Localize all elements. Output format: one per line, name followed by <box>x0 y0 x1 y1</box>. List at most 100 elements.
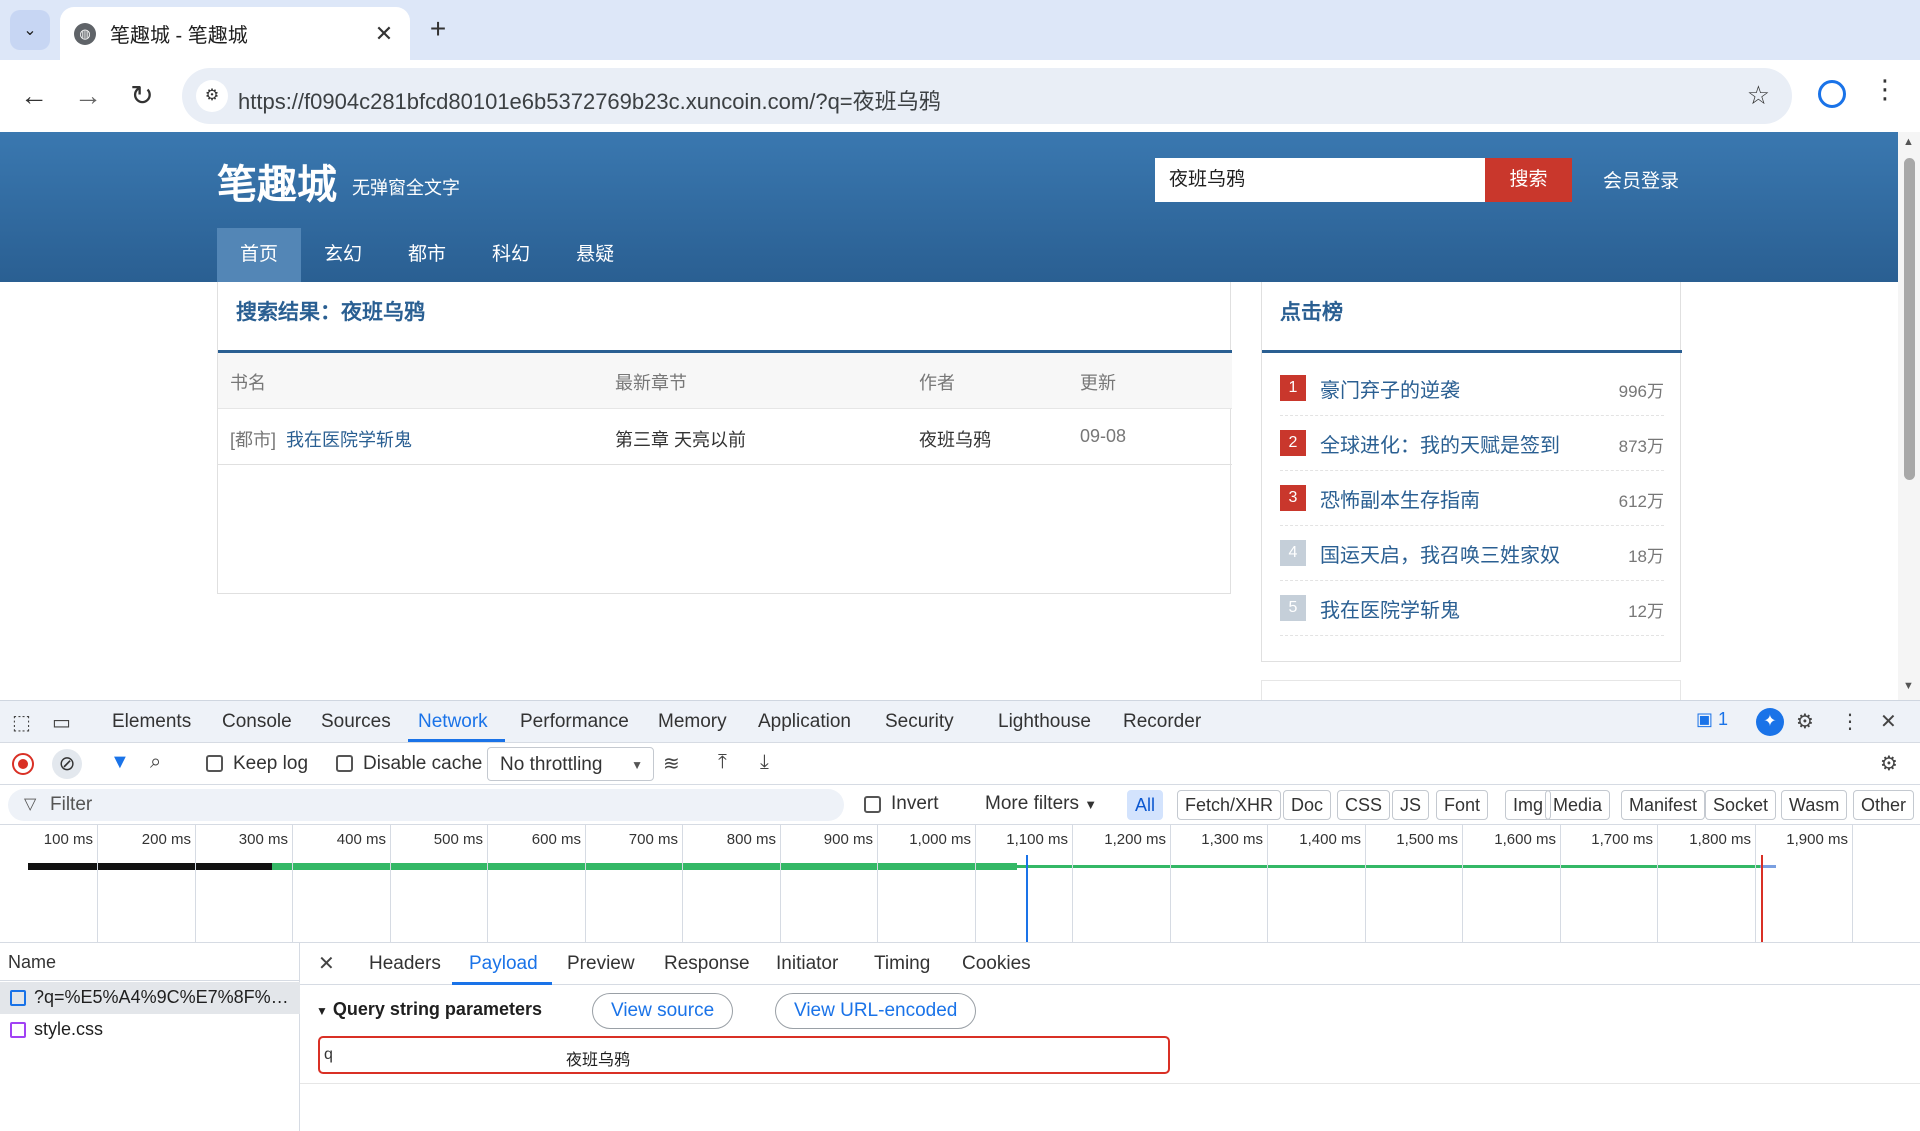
scroll-up-icon[interactable]: ▲ <box>1903 136 1914 148</box>
list-item[interactable]: 4 国运天启，我召唤三姓家奴 18万 <box>1280 526 1664 581</box>
tab-search-button[interactable]: ⌄ <box>10 10 50 50</box>
list-item[interactable]: 5 我在医院学斩鬼 12万 <box>1280 581 1664 636</box>
settings-gear-icon[interactable]: ⚙ <box>1796 709 1814 734</box>
type-filter-css[interactable]: CSS <box>1337 790 1391 820</box>
profile-icon[interactable] <box>1818 80 1846 108</box>
latest-chapter-link[interactable]: 第三章 天亮以前 <box>615 426 746 452</box>
tab-response[interactable]: Response <box>664 953 750 975</box>
search-icon[interactable]: ⌕ <box>150 751 161 774</box>
type-filter-js[interactable]: JS <box>1392 790 1430 820</box>
keep-log-label: Keep log <box>233 753 309 774</box>
rank-book-link[interactable]: 我在医院学斩鬼 <box>1320 594 1460 623</box>
type-filter-fetch-xhr[interactable]: Fetch/XHR <box>1177 790 1282 820</box>
new-tab-button[interactable]: + <box>422 14 454 46</box>
type-filter-doc[interactable]: Doc <box>1283 790 1332 820</box>
tab-network[interactable]: Network <box>418 711 488 733</box>
search-button[interactable]: 搜索 <box>1485 158 1572 202</box>
scroll-down-icon[interactable]: ▼ <box>1903 680 1914 692</box>
nav-item-kehuan[interactable]: 科幻 <box>469 228 553 282</box>
query-param-row[interactable]: q 夜班乌鸦 <box>318 1036 1170 1074</box>
close-devtools-icon[interactable]: ✕ <box>1880 709 1897 734</box>
tab-performance[interactable]: Performance <box>520 711 629 733</box>
page-scrollbar[interactable]: ▲ ▼ <box>1898 132 1920 700</box>
tab-preview[interactable]: Preview <box>567 953 635 975</box>
request-row-document[interactable]: ?q=%E5%A4%9C%E7%8F%AD%E4%B9%8C%E9%B8%A6 <box>0 982 300 1014</box>
browser-toolbar: ← → ↻ ⚙ https://f0904c281bfcd80101e6b537… <box>0 60 1920 132</box>
forward-icon[interactable]: → <box>66 74 110 118</box>
type-filter-all[interactable]: All <box>1127 790 1164 820</box>
name-column-header[interactable]: Name <box>0 943 300 981</box>
site-logo-title[interactable]: 笔趣城 <box>217 152 337 210</box>
tab-headers[interactable]: Headers <box>369 953 441 975</box>
nav-item-home[interactable]: 首页 <box>217 228 302 282</box>
tab-lighthouse[interactable]: Lighthouse <box>998 711 1091 733</box>
clear-icon[interactable]: ⊘ <box>52 749 82 779</box>
issues-badge[interactable]: ▣ 1 <box>1696 709 1728 730</box>
reload-icon[interactable]: ↻ <box>120 74 164 118</box>
tab-timing[interactable]: Timing <box>874 953 930 975</box>
more-options-icon[interactable]: ⋮ <box>1840 709 1860 734</box>
back-icon[interactable]: ← <box>12 74 56 118</box>
tab-sources[interactable]: Sources <box>321 711 391 733</box>
list-item[interactable]: 3 恐怖副本生存指南 612万 <box>1280 471 1664 526</box>
list-item[interactable]: 2 全球进化：我的天赋是签到 873万 <box>1280 416 1664 471</box>
invert-checkbox[interactable] <box>864 796 881 813</box>
rank-book-link[interactable]: 全球进化：我的天赋是签到 <box>1320 429 1560 458</box>
tab-payload[interactable]: Payload <box>469 953 538 975</box>
filter-input[interactable]: ▽ Filter <box>8 789 844 821</box>
network-settings-gear-icon[interactable]: ⚙ <box>1880 751 1898 776</box>
type-filter-manifest[interactable]: Manifest <box>1621 790 1706 820</box>
tab-application[interactable]: Application <box>758 711 851 733</box>
tab-memory[interactable]: Memory <box>658 711 727 733</box>
view-url-encoded-button[interactable]: View URL-encoded <box>775 993 977 1029</box>
request-row-stylesheet[interactable]: style.css <box>0 1014 300 1046</box>
network-conditions-icon[interactable]: ≋ <box>663 751 680 776</box>
throttling-select[interactable]: No throttling ▼ <box>487 747 654 781</box>
timeline-tick-label: 1,800 ms <box>1689 831 1751 848</box>
address-bar[interactable]: ⚙ https://f0904c281bfcd80101e6b5372769b2… <box>182 68 1792 124</box>
filter-funnel-icon[interactable]: ▼ <box>110 751 130 774</box>
bookmark-star-icon[interactable]: ☆ <box>1747 80 1770 111</box>
tab-cookies[interactable]: Cookies <box>962 953 1031 975</box>
ai-assistance-icon[interactable]: ✦ <box>1756 708 1784 736</box>
book-title-link[interactable]: 我在医院学斩鬼 <box>286 426 412 452</box>
inspect-element-icon[interactable]: ⬚ <box>12 710 31 735</box>
type-filter-socket[interactable]: Socket <box>1705 790 1777 820</box>
tab-recorder[interactable]: Recorder <box>1123 711 1201 733</box>
type-filter-wasm[interactable]: Wasm <box>1781 790 1848 820</box>
rank-book-link[interactable]: 恐怖副本生存指南 <box>1320 484 1480 513</box>
scrollbar-thumb[interactable] <box>1904 158 1915 480</box>
view-source-button[interactable]: View source <box>592 993 734 1029</box>
nav-item-xuanhuan[interactable]: 玄幻 <box>301 228 385 282</box>
login-link[interactable]: 会员登录 <box>1603 166 1679 193</box>
tab-elements[interactable]: Elements <box>112 711 191 733</box>
nav-item-xuanyi[interactable]: 悬疑 <box>553 228 637 282</box>
disable-cache-checkbox[interactable] <box>336 755 353 772</box>
list-item[interactable]: 1 豪门弃子的逆袭 996万 <box>1280 361 1664 416</box>
tab-initiator[interactable]: Initiator <box>776 953 838 975</box>
rank-book-link[interactable]: 豪门弃子的逆袭 <box>1320 374 1460 403</box>
device-toolbar-icon[interactable]: ▭ <box>52 710 71 735</box>
type-filter-media[interactable]: Media <box>1545 790 1611 820</box>
kebab-menu-icon[interactable]: ⋮ <box>1872 74 1898 105</box>
tab-console[interactable]: Console <box>222 711 292 733</box>
type-filter-font[interactable]: Font <box>1436 790 1489 820</box>
import-har-icon[interactable]: ⤒ <box>718 751 727 774</box>
url-text[interactable]: https://f0904c281bfcd80101e6b5372769b23c… <box>238 84 941 116</box>
site-info-icon[interactable]: ⚙ <box>196 80 228 112</box>
tab-close-icon[interactable]: ✕ <box>372 21 396 47</box>
network-timeline-overview[interactable]: 100 ms 200 ms 300 ms 400 ms 500 ms 600 ms 700 … <box>0 825 1920 943</box>
export-har-icon[interactable]: ⤓ <box>760 751 769 774</box>
type-filter-other[interactable]: Other <box>1853 790 1915 820</box>
rank-book-link[interactable]: 国运天启，我召唤三姓家奴 <box>1320 539 1560 568</box>
search-input[interactable]: 夜班乌鸦 <box>1155 158 1485 202</box>
tab-security[interactable]: Security <box>885 711 954 733</box>
record-stop-icon[interactable] <box>12 753 34 775</box>
active-tab[interactable]: ◍ 笔趣城 - 笔趣城 ✕ <box>60 7 410 60</box>
close-detail-icon[interactable]: ✕ <box>318 951 335 976</box>
more-filters-dropdown[interactable]: More filters ▼ <box>985 793 1097 815</box>
query-params-section-toggle[interactable]: ▼ Query string parameters <box>316 999 542 1020</box>
keep-log-checkbox[interactable] <box>206 755 223 772</box>
nav-item-dushi[interactable]: 都市 <box>385 228 469 282</box>
timeline-tick-line <box>877 825 878 942</box>
